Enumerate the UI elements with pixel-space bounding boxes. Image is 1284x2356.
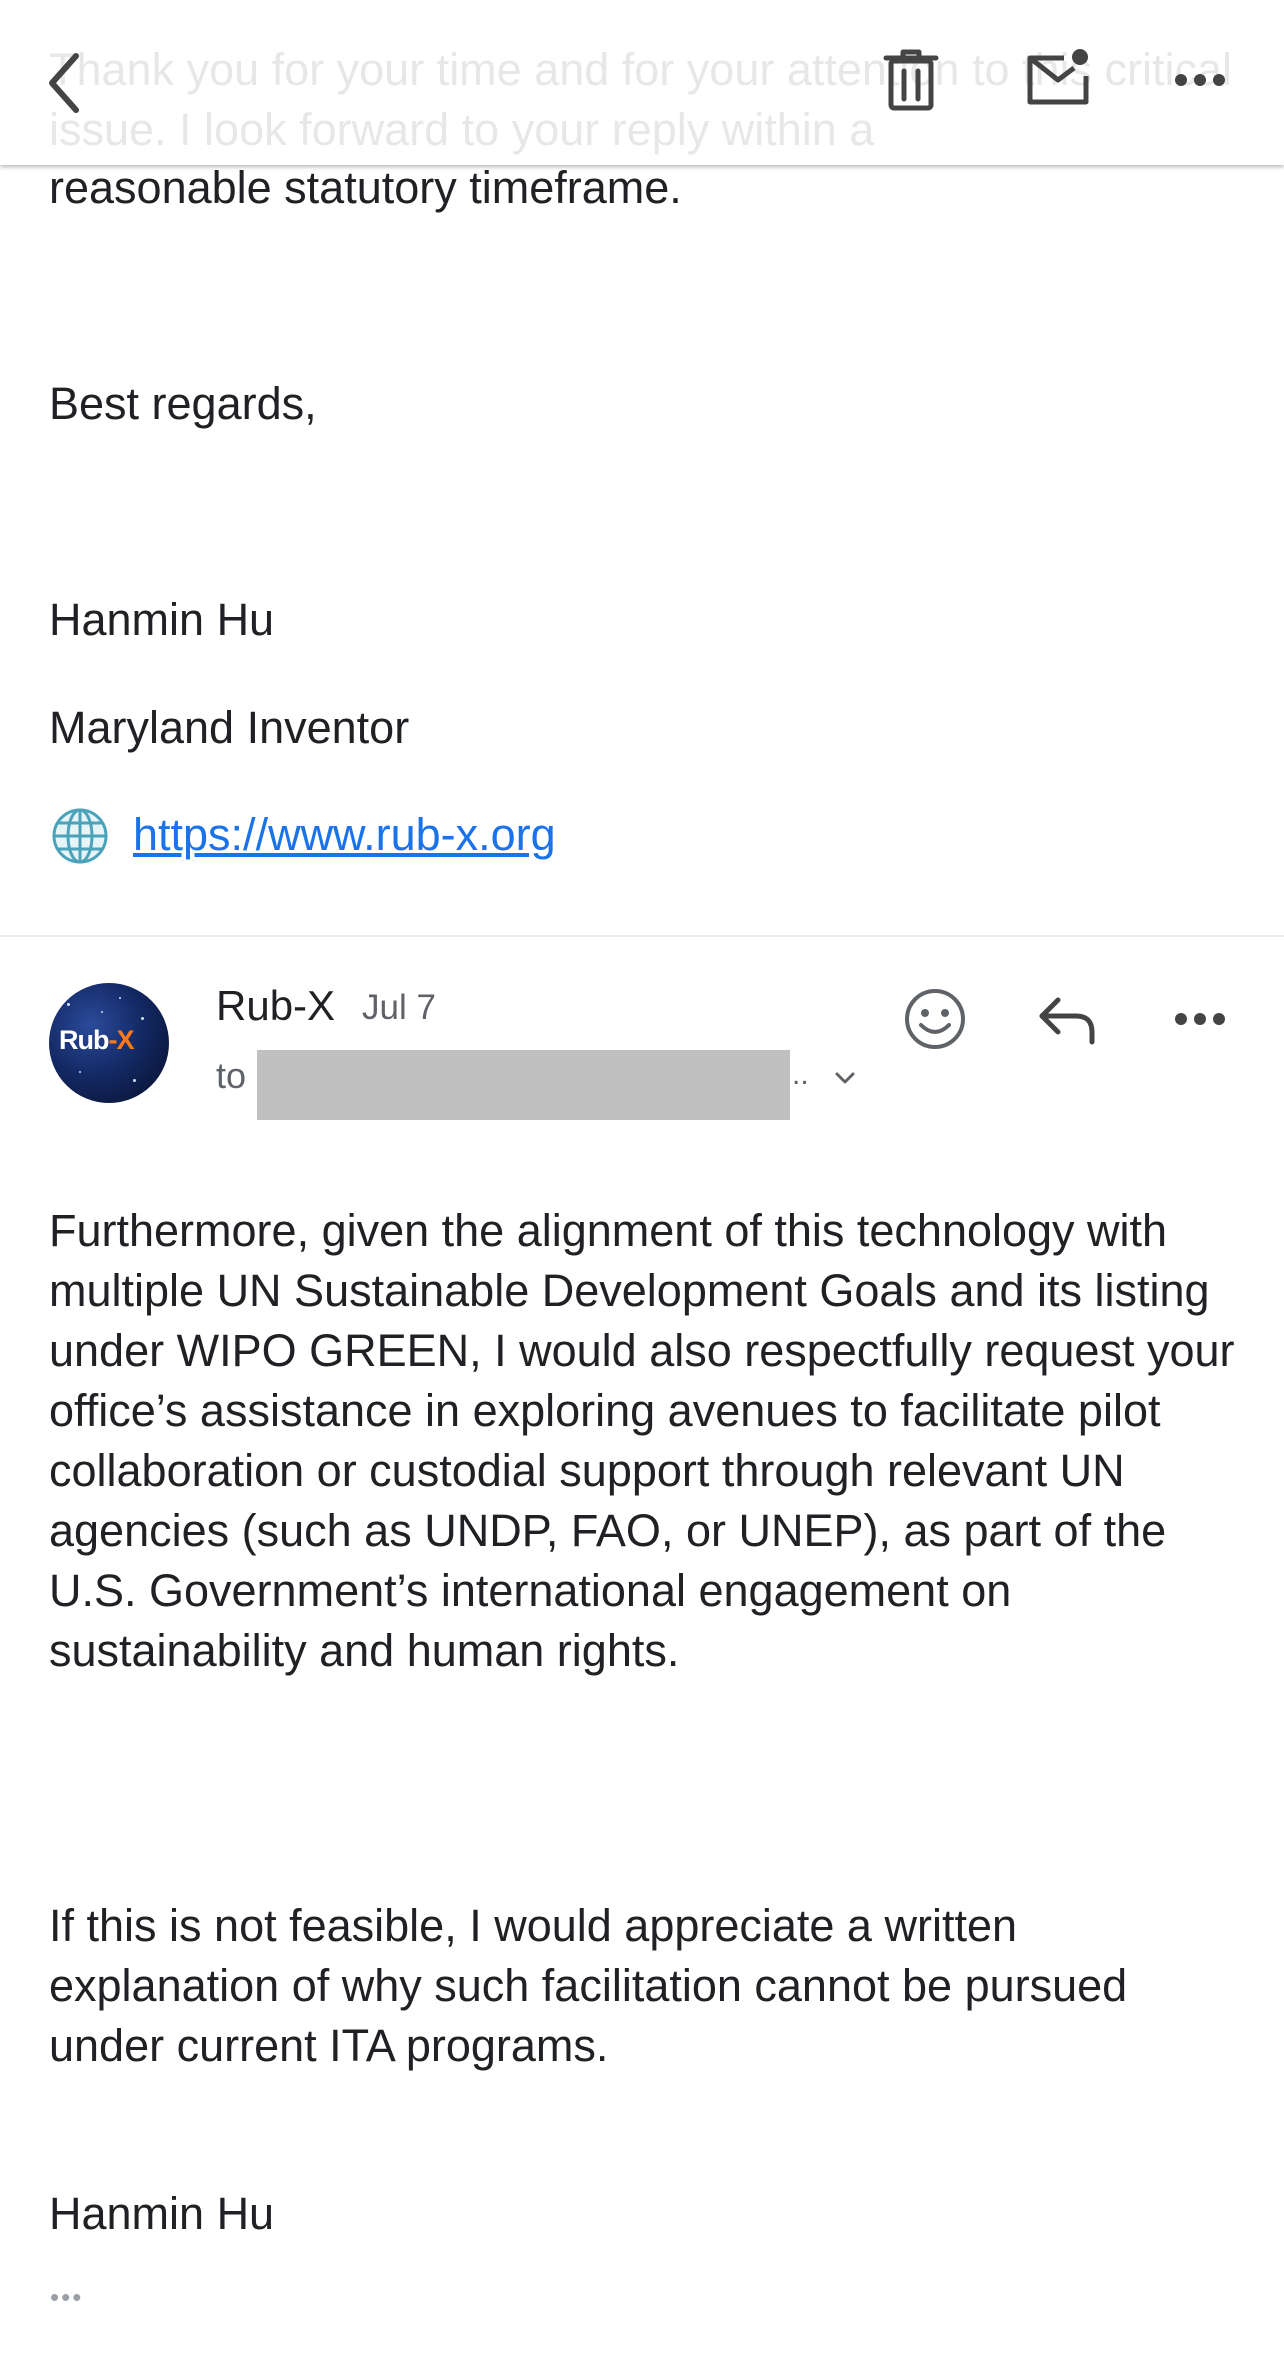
message-paragraph-1: Furthermore, given the alignment of this…: [49, 1205, 1235, 1676]
chevron-down-icon[interactable]: [834, 1070, 856, 1086]
message-paragraph-2: If this is not feasible, I would appreci…: [49, 1900, 1128, 2071]
previous-message-signature-title: Maryland Inventor: [49, 702, 410, 753]
previous-message-closing: Best regards,: [49, 378, 317, 429]
previous-message-body-tail: reasonable statutory timeframe.: [49, 162, 682, 213]
sender-name[interactable]: Rub-X: [216, 982, 335, 1030]
message-date: Jul 7: [362, 988, 436, 1027]
emoji-reaction-icon[interactable]: [903, 987, 967, 1051]
back-chevron-icon[interactable]: [40, 50, 90, 116]
mark-unread-icon[interactable]: [1024, 46, 1094, 108]
trash-icon[interactable]: [882, 48, 940, 112]
message-signature-name: Hanmin Hu: [49, 2188, 275, 2239]
more-horizontal-icon[interactable]: [1174, 72, 1226, 88]
website-link[interactable]: https://www.rub-x.org: [133, 805, 556, 865]
avatar[interactable]: Rub-X: [49, 983, 169, 1103]
globe-icon: [52, 808, 108, 864]
reply-icon[interactable]: [1036, 992, 1098, 1046]
message-divider: [0, 935, 1284, 937]
recipient-truncation: ..: [792, 1058, 809, 1091]
message-more-icon[interactable]: [1174, 1011, 1226, 1027]
redacted-recipient: [257, 1050, 790, 1120]
show-trimmed-content-button[interactable]: •••: [50, 2282, 83, 2313]
avatar-logo-text: Rub-X: [59, 1025, 134, 1055]
previous-message-signature-name: Hanmin Hu: [49, 594, 275, 645]
recipient-label: to: [216, 1055, 247, 1096]
